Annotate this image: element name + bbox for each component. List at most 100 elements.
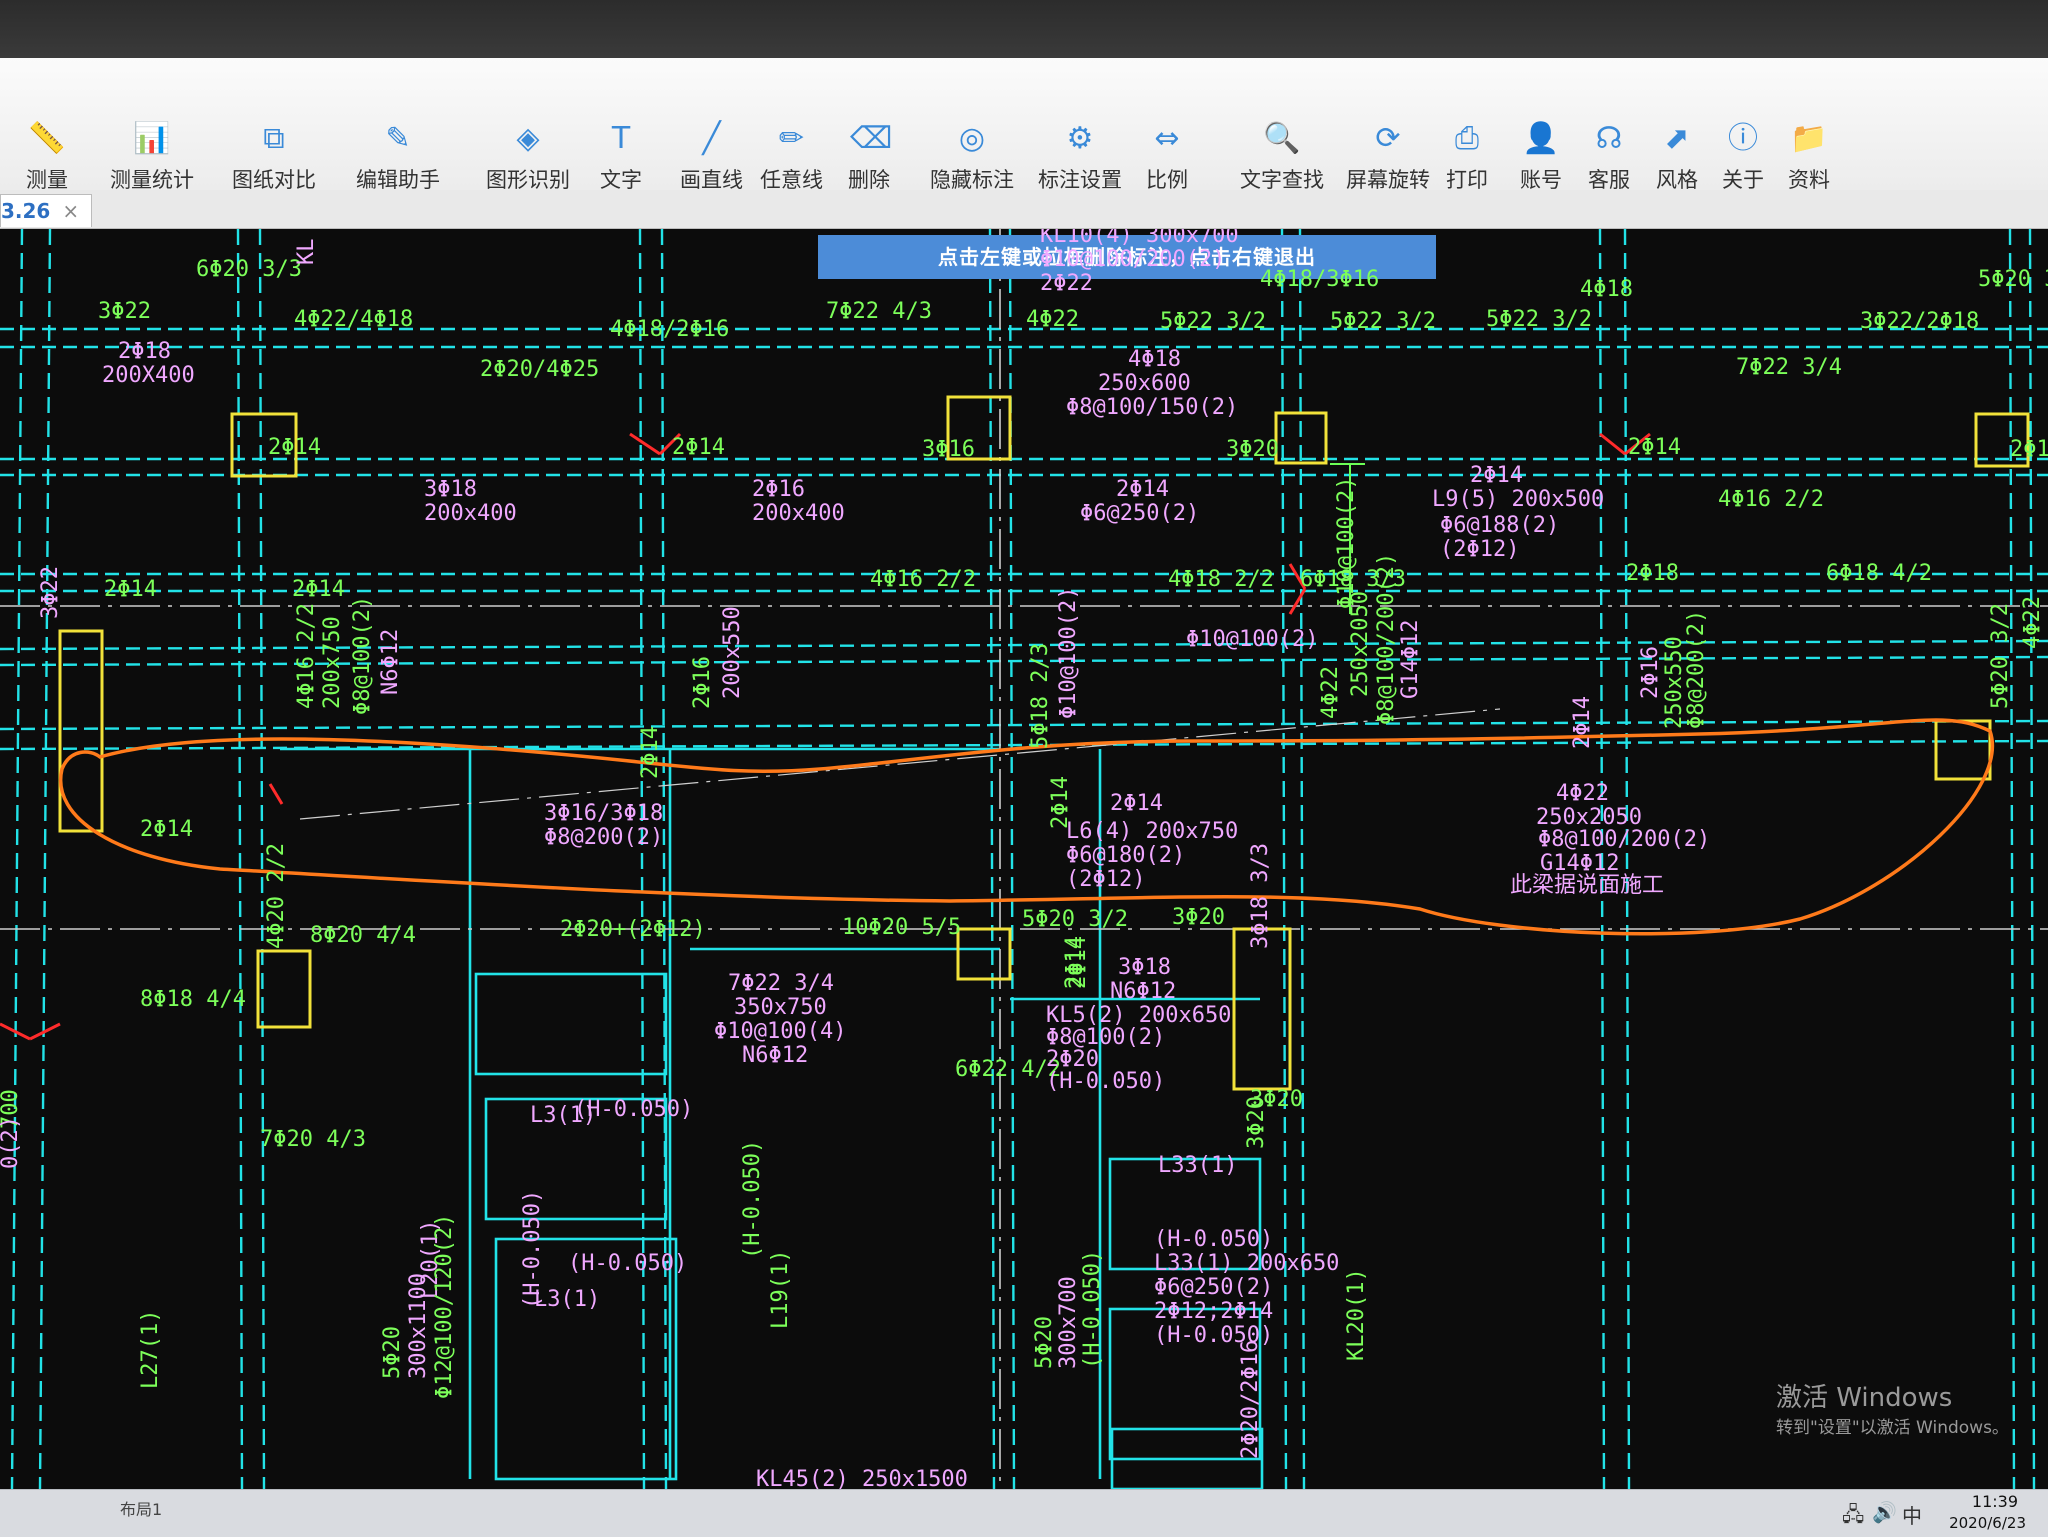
rebar-label: 4Φ22 bbox=[1026, 307, 1079, 332]
close-icon[interactable]: × bbox=[62, 199, 79, 223]
toolbar-button-13[interactable]: ⟳ 屏幕旋转 bbox=[1346, 120, 1430, 192]
beam-annotation: L33(1) 200x650 bbox=[1154, 1251, 1340, 1276]
beam-annotation: Φ10@100(2) bbox=[1186, 627, 1319, 652]
clock-time[interactable]: 11:39 bbox=[1972, 1492, 2018, 1511]
beam-annotation: 3Φ16/3Φ18 bbox=[544, 801, 664, 826]
shape-recognition-icon: ◈ bbox=[516, 121, 540, 156]
beam-annotation: 此梁据说面施工 bbox=[1510, 873, 1665, 898]
vertical-annotation: Φ8@200(2) bbox=[1684, 609, 1709, 729]
beam-annotation: Φ6@250(2) bbox=[1080, 501, 1200, 526]
style-icon: ⬈ bbox=[1664, 121, 1690, 156]
vertical-annotation: 3Φ22 bbox=[38, 566, 63, 619]
beam-annotation: 7Φ22 3/4 bbox=[728, 971, 834, 996]
info-icon: ⓘ bbox=[1728, 121, 1758, 156]
vertical-annotation: Φ12@100/120(2) bbox=[432, 1213, 457, 1399]
vertical-annotation: 5Φ20 3/2 bbox=[1988, 603, 2013, 709]
vertical-annotation: Φ8@100/200(2) bbox=[1374, 552, 1399, 725]
vertical-annotation: 5Φ18 2/3 bbox=[1028, 643, 1053, 749]
beam-annotation: 2Φ12;2Φ14 bbox=[1154, 1299, 1274, 1324]
drawing-canvas[interactable]: 点击左键或拉框删除标注，点击右键退出 3Φ22 6Φ20 3/3 4Φ22/4Φ18… bbox=[0, 229, 2048, 1489]
file-tab-label: 3.26 bbox=[1, 199, 51, 223]
toolbar-button-5[interactable]: T 文字 bbox=[600, 120, 642, 192]
toolbar-button-15[interactable]: 👤 账号 bbox=[1520, 120, 1562, 192]
vertical-annotation: 2Φ14 bbox=[1066, 936, 1091, 989]
vertical-annotation: KL20(1) bbox=[1344, 1268, 1369, 1361]
beam-annotation: 2Φ20 bbox=[1046, 1047, 1099, 1072]
toolbar-button-14[interactable]: ⎙ 打印 bbox=[1446, 120, 1488, 192]
vertical-annotation: 4Φ22 bbox=[2020, 596, 2045, 649]
grid-axis-line bbox=[299, 708, 1501, 820]
toolbar-button-19[interactable]: 📁 资料 bbox=[1788, 120, 1830, 192]
vertical-annotation: (H-0.050) bbox=[740, 1139, 765, 1259]
toolbar-button-1[interactable]: 📊 测量统计 bbox=[110, 120, 194, 192]
rebar-label: 2Φ14 bbox=[1628, 435, 1681, 460]
compare-drawings-icon: ⧉ bbox=[263, 121, 285, 156]
beam-line bbox=[236, 229, 244, 1489]
beam-annotation: 200x400 bbox=[424, 501, 517, 526]
rebar-label: 6Φ20 3/3 bbox=[196, 257, 302, 282]
vertical-annotation: 2Φ14 bbox=[1048, 776, 1073, 829]
vertical-annotation: G14Φ12 bbox=[1398, 619, 1423, 699]
network-icon[interactable]: 🖧 bbox=[1842, 1500, 1864, 1534]
rebar-label: 3Φ20 bbox=[1226, 437, 1279, 462]
toolbar-button-0[interactable]: 📏 测量 bbox=[26, 120, 68, 192]
toolbar-button-12[interactable]: 🔍 文字查找 bbox=[1240, 120, 1324, 192]
rebar-label: 3Φ22 bbox=[98, 299, 151, 324]
vertical-annotation: Φ8@100(2) bbox=[350, 595, 375, 715]
toolbar-button-8[interactable]: ⌫ 删除 bbox=[848, 120, 892, 192]
vertical-annotation: 2Φ20/2Φ16 bbox=[1238, 1339, 1263, 1459]
beam-annotation: KL10(4) 300x700 bbox=[1040, 229, 1239, 248]
documents-icon: 📁 bbox=[1790, 121, 1828, 156]
rebar-label: 2Φ14 bbox=[292, 577, 345, 602]
toolbar-button-18[interactable]: ⓘ 关于 bbox=[1722, 120, 1764, 192]
ime-indicator[interactable]: 中 bbox=[1902, 1500, 1922, 1529]
clock-date[interactable]: 2020/6/23 bbox=[1949, 1514, 2026, 1532]
beam-annotation: (H-0.050) bbox=[1046, 1069, 1166, 1094]
toolbar-button-9[interactable]: ◎ 隐藏标注 bbox=[930, 120, 1014, 192]
beam-line bbox=[638, 229, 646, 1489]
column-box bbox=[1934, 719, 1992, 781]
vertical-annotation: L27(1) bbox=[138, 1309, 163, 1389]
volume-icon[interactable]: 🔊 bbox=[1872, 1500, 1897, 1524]
beam-line bbox=[2028, 229, 2036, 1489]
toolbar-button-7[interactable]: ✏ 任意线 bbox=[760, 120, 823, 192]
vertical-annotation: Φ10@100(2) bbox=[1056, 586, 1081, 719]
text-icon: T bbox=[611, 121, 631, 156]
toolbar-button-4[interactable]: ◈ 图形识别 bbox=[486, 120, 570, 192]
toolbar-button-10[interactable]: ⚙ 标注设置 bbox=[1038, 120, 1122, 192]
vertical-annotation: 300x700 bbox=[1056, 1276, 1081, 1369]
rebar-label: 3Φ22/2Φ18 bbox=[1860, 309, 1980, 334]
column-box bbox=[256, 949, 312, 1029]
vertical-annotation: 300x1100 bbox=[406, 1273, 431, 1379]
beam-annotation: 4Φ22 bbox=[1556, 781, 1609, 806]
activate-windows-subtitle: 转到"设置"以激活 Windows。 bbox=[1776, 1418, 2009, 1438]
toolbar-button-3[interactable]: ✎ 编辑助手 bbox=[356, 120, 440, 192]
toolbar-button-11[interactable]: ⇔ 比例 bbox=[1146, 120, 1188, 192]
beam-annotation: 350x750 bbox=[734, 995, 827, 1020]
beam-annotation: Φ6@250(2) bbox=[1154, 1275, 1274, 1300]
vertical-annotation: 4Φ16 2/2 bbox=[294, 603, 319, 709]
vertical-annotation: 200x550 bbox=[720, 606, 745, 699]
beam-annotation: (2Φ12) bbox=[1440, 537, 1520, 562]
rebar-label: 2Φ20+(2Φ12) bbox=[560, 917, 706, 942]
rebar-label: 4Φ18 bbox=[1580, 277, 1633, 302]
rebar-label: 7Φ22 3/4 bbox=[1736, 355, 1842, 380]
file-tab[interactable]: 3.26 × bbox=[0, 194, 93, 227]
beam-annotation: Φ8@100(2) bbox=[1046, 1025, 1166, 1050]
beam-annotation: (H-0.050) bbox=[574, 1097, 694, 1122]
beam-annotation: (H-0.050) bbox=[1154, 1227, 1274, 1252]
vertical-annotation: 2Φ16 bbox=[1638, 646, 1663, 699]
vertical-annotation: 4Φ22 bbox=[1318, 666, 1343, 719]
beam-annotation: (2Φ12) bbox=[1066, 867, 1146, 892]
layout-tab[interactable]: 布局1 bbox=[120, 1496, 162, 1520]
beam-line bbox=[660, 229, 668, 1489]
ruler-icon: 📏 bbox=[28, 121, 66, 156]
beam-line bbox=[1280, 229, 1288, 1489]
red-mark bbox=[268, 783, 284, 805]
vertical-annotation: (H-0.050) bbox=[520, 1189, 545, 1309]
sub-beam-box bbox=[474, 972, 668, 1076]
toolbar-button-2[interactable]: ⧉ 图纸对比 bbox=[232, 120, 316, 192]
toolbar-button-16[interactable]: ☊ 客服 bbox=[1588, 120, 1630, 192]
toolbar-button-6[interactable]: ╱ 画直线 bbox=[680, 120, 743, 192]
toolbar-button-17[interactable]: ⬈ 风格 bbox=[1656, 120, 1698, 192]
